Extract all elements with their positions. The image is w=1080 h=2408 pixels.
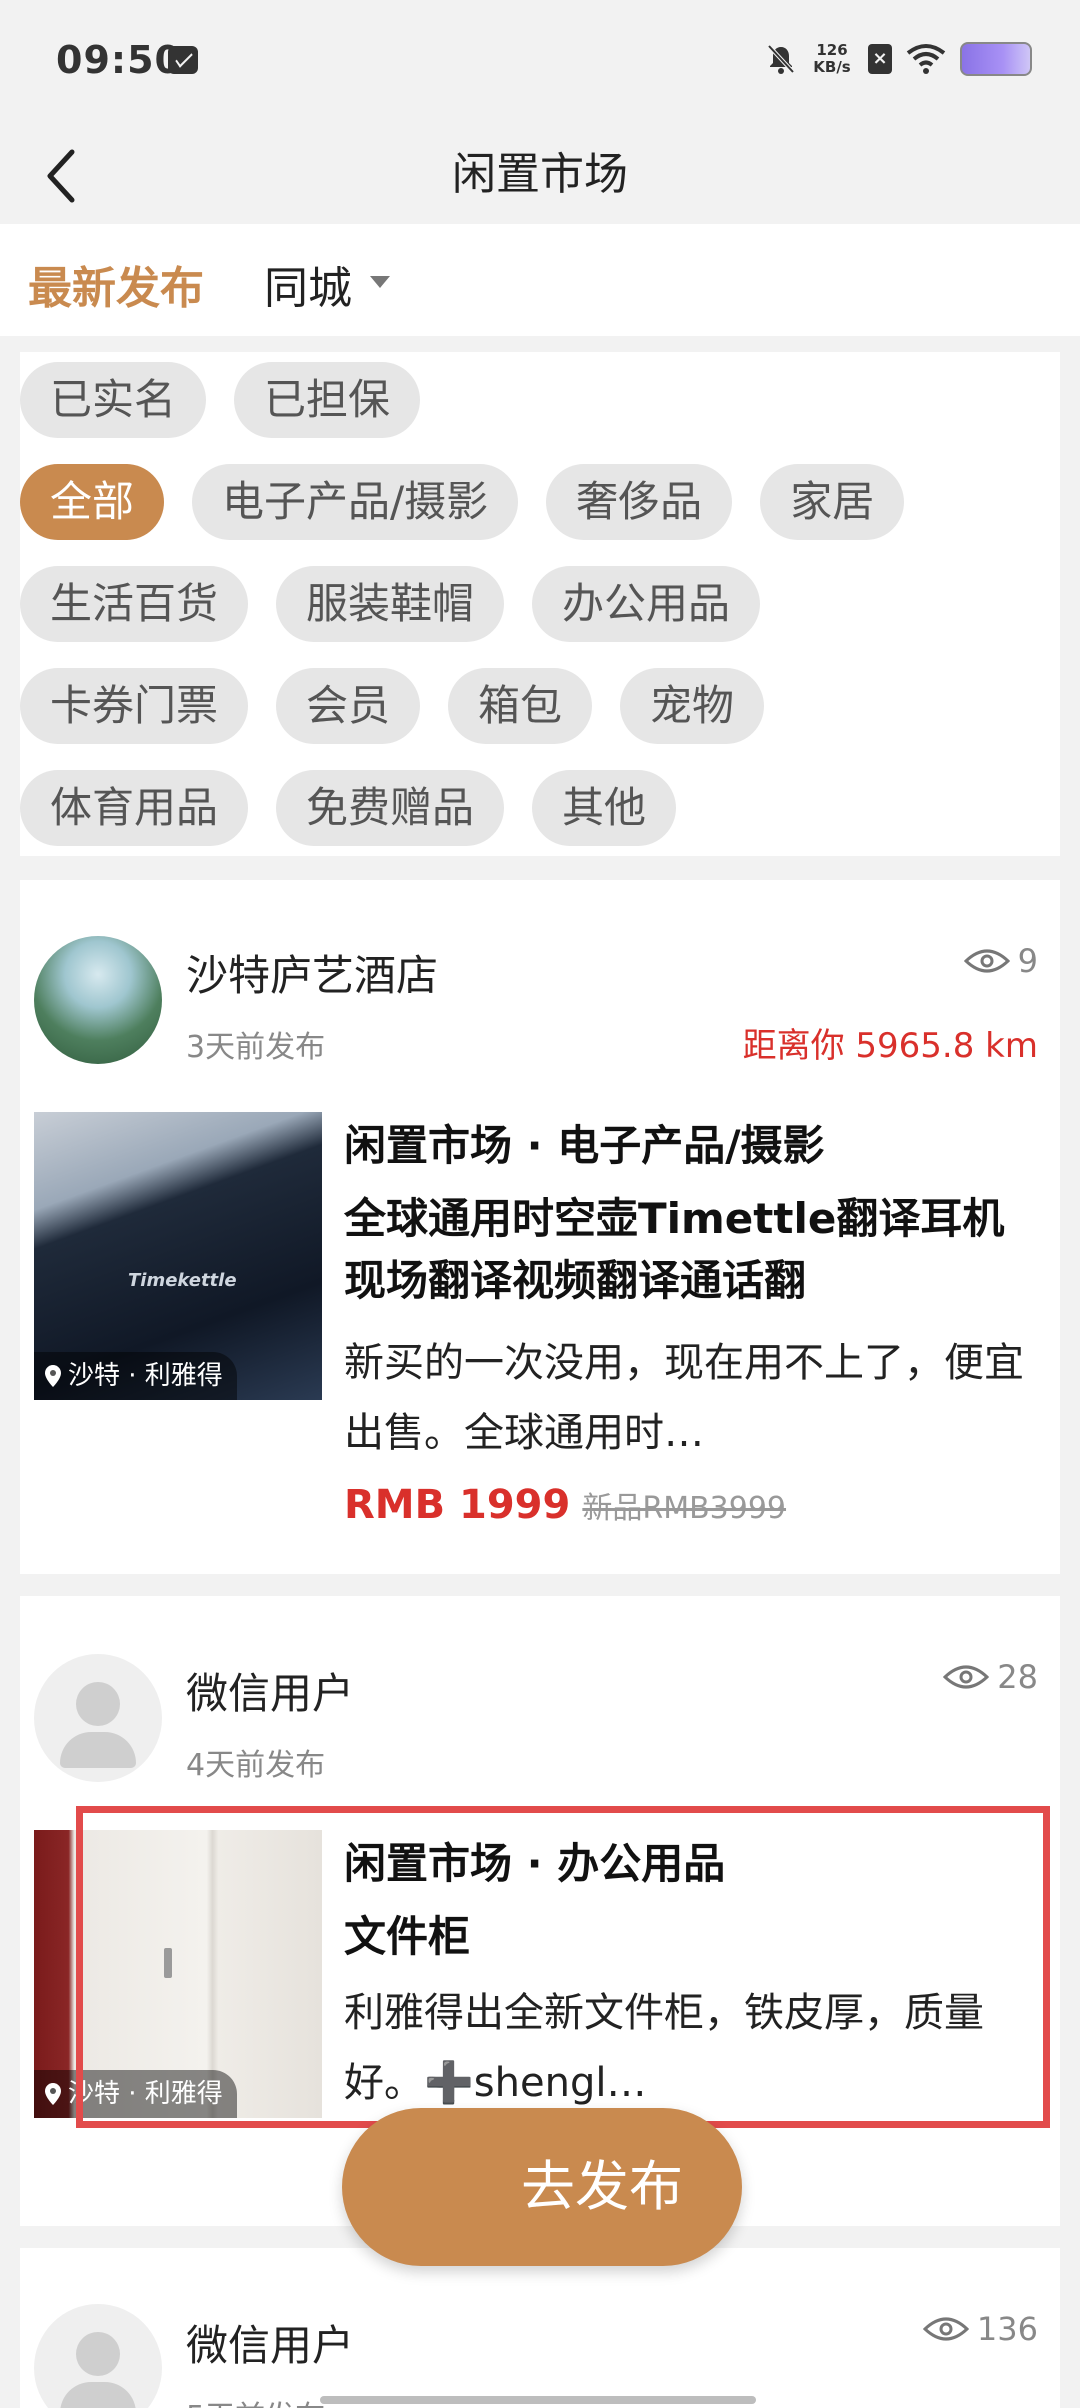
location-pin-icon bbox=[45, 1365, 61, 1387]
chip-office[interactable]: 办公用品 bbox=[532, 566, 761, 642]
view-count-value: 9 bbox=[1017, 942, 1038, 980]
post-card[interactable]: 沙特庐艺酒店 3天前发布 9 距离你 5965.8 km Timekettle … bbox=[20, 880, 1060, 1574]
tab-bar: 最新发布 同城 bbox=[0, 224, 1080, 336]
tab-city[interactable]: 同城 bbox=[264, 252, 352, 316]
battery-icon bbox=[960, 42, 1032, 76]
eye-icon bbox=[963, 949, 1010, 973]
home-indicator[interactable] bbox=[320, 2396, 756, 2404]
caret-down-icon[interactable] bbox=[370, 276, 390, 288]
default-avatar-body bbox=[60, 1732, 136, 1768]
thumbnail-brand-text: Timekettle bbox=[128, 1270, 237, 1291]
post-category: 闲置市场 · 电子产品/摄影 bbox=[344, 1121, 825, 1170]
network-speed-value: 126 bbox=[816, 41, 848, 59]
default-avatar-head bbox=[76, 2332, 120, 2376]
verify-chip-row: 已实名 已担保 bbox=[20, 362, 421, 438]
view-count: 9 bbox=[963, 942, 1038, 980]
price: RMB 1999 bbox=[344, 1482, 571, 1528]
page-title: 闲置市场 bbox=[452, 149, 628, 200]
chip-tickets[interactable]: 卡券门票 bbox=[20, 668, 249, 744]
post-title[interactable]: 全球通用时空壶Timettle翻译耳机现场翻译视频翻译通话翻 bbox=[344, 1188, 1044, 1312]
chip-pets[interactable]: 宠物 bbox=[620, 668, 765, 744]
default-avatar-body bbox=[60, 2382, 136, 2408]
publish-button[interactable]: 去发布 bbox=[342, 2108, 742, 2266]
post-thumbnail[interactable]: Timekettle 沙特 · 利雅得 bbox=[34, 1112, 322, 1400]
mute-bell-icon bbox=[767, 44, 795, 74]
avatar[interactable] bbox=[34, 2304, 162, 2408]
original-price: 新品RMB3999 bbox=[582, 1491, 787, 1526]
network-speed: 126 KB/s bbox=[810, 42, 854, 76]
chip-bags[interactable]: 箱包 bbox=[448, 668, 593, 744]
avatar[interactable] bbox=[34, 1654, 162, 1782]
view-count-value: 136 bbox=[976, 2310, 1038, 2348]
category-row-4: 体育用品 免费赠品 其他 bbox=[20, 770, 677, 846]
chip-clothing[interactable]: 服装鞋帽 bbox=[276, 566, 505, 642]
highlight-box bbox=[76, 1806, 1050, 2128]
message-notification-icon bbox=[168, 46, 198, 74]
eye-icon bbox=[943, 1665, 990, 1689]
chip-all[interactable]: 全部 bbox=[20, 464, 165, 540]
chip-daily-goods[interactable]: 生活百货 bbox=[20, 566, 249, 642]
network-speed-unit: KB/s bbox=[813, 58, 851, 76]
view-count: 28 bbox=[943, 1658, 1038, 1696]
user-name[interactable]: 沙特庐艺酒店 bbox=[186, 942, 438, 1003]
status-bar: 09:50 126 KB/s × bbox=[0, 0, 1080, 126]
post-time: 3天前发布 bbox=[186, 1030, 326, 1065]
view-count-value: 28 bbox=[997, 1658, 1038, 1696]
chip-luxury[interactable]: 奢侈品 bbox=[546, 464, 733, 540]
view-count: 136 bbox=[922, 2310, 1038, 2348]
status-time: 09:50 bbox=[56, 38, 182, 82]
filter-panel: 已实名 已担保 全部 电子产品/摄影 奢侈品 家居 生活百货 服装鞋帽 办公用品… bbox=[20, 352, 1060, 856]
post-time: 5天前发布 bbox=[186, 2392, 325, 2408]
eye-icon bbox=[922, 2317, 969, 2341]
location-pin-icon bbox=[45, 2083, 61, 2105]
avatar[interactable] bbox=[34, 936, 162, 1064]
post-description: 新买的一次没用，现在用不上了，便宜出售。全球通用时… bbox=[344, 1340, 1024, 1456]
category-row-1: 全部 电子产品/摄影 奢侈品 家居 bbox=[20, 464, 905, 540]
page: 09:50 126 KB/s × 闲置市场 最新发布 同城 已实名 已担保 全部… bbox=[0, 0, 1080, 2408]
distance-label: 距离你 5965.8 km bbox=[742, 1026, 1038, 1066]
chip-other[interactable]: 其他 bbox=[532, 770, 677, 846]
price-row: RMB 1999 新品RMB3999 bbox=[344, 1482, 786, 1528]
post-card[interactable]: 微信用户 5天前发布 136 bbox=[20, 2248, 1060, 2408]
chip-membership[interactable]: 会员 bbox=[276, 668, 421, 744]
status-icons: 126 KB/s × bbox=[766, 42, 1032, 76]
category-row-2: 生活百货 服装鞋帽 办公用品 bbox=[20, 566, 761, 642]
chip-sports[interactable]: 体育用品 bbox=[20, 770, 249, 846]
chip-home[interactable]: 家居 bbox=[760, 464, 905, 540]
user-name[interactable]: 微信用户 bbox=[186, 2312, 354, 2373]
tab-latest[interactable]: 最新发布 bbox=[28, 252, 204, 316]
chip-verified[interactable]: 已实名 bbox=[20, 362, 207, 438]
category-row-3: 卡券门票 会员 箱包 宠物 bbox=[20, 668, 765, 744]
publish-button-label: 去发布 bbox=[521, 2155, 683, 2218]
user-name[interactable]: 微信用户 bbox=[186, 1660, 354, 1721]
default-avatar-head bbox=[76, 1682, 120, 1726]
location-tag: 沙特 · 利雅得 bbox=[34, 1352, 237, 1400]
post-time: 4天前发布 bbox=[186, 1748, 326, 1783]
title-bar: 闲置市场 bbox=[0, 126, 1080, 224]
wifi-icon bbox=[906, 44, 946, 74]
chip-free-gifts[interactable]: 免费赠品 bbox=[276, 770, 505, 846]
location-text: 沙特 · 利雅得 bbox=[68, 1361, 223, 1391]
chip-electronics[interactable]: 电子产品/摄影 bbox=[192, 464, 519, 540]
chip-guaranteed[interactable]: 已担保 bbox=[234, 362, 421, 438]
no-sim-icon: × bbox=[868, 44, 892, 74]
